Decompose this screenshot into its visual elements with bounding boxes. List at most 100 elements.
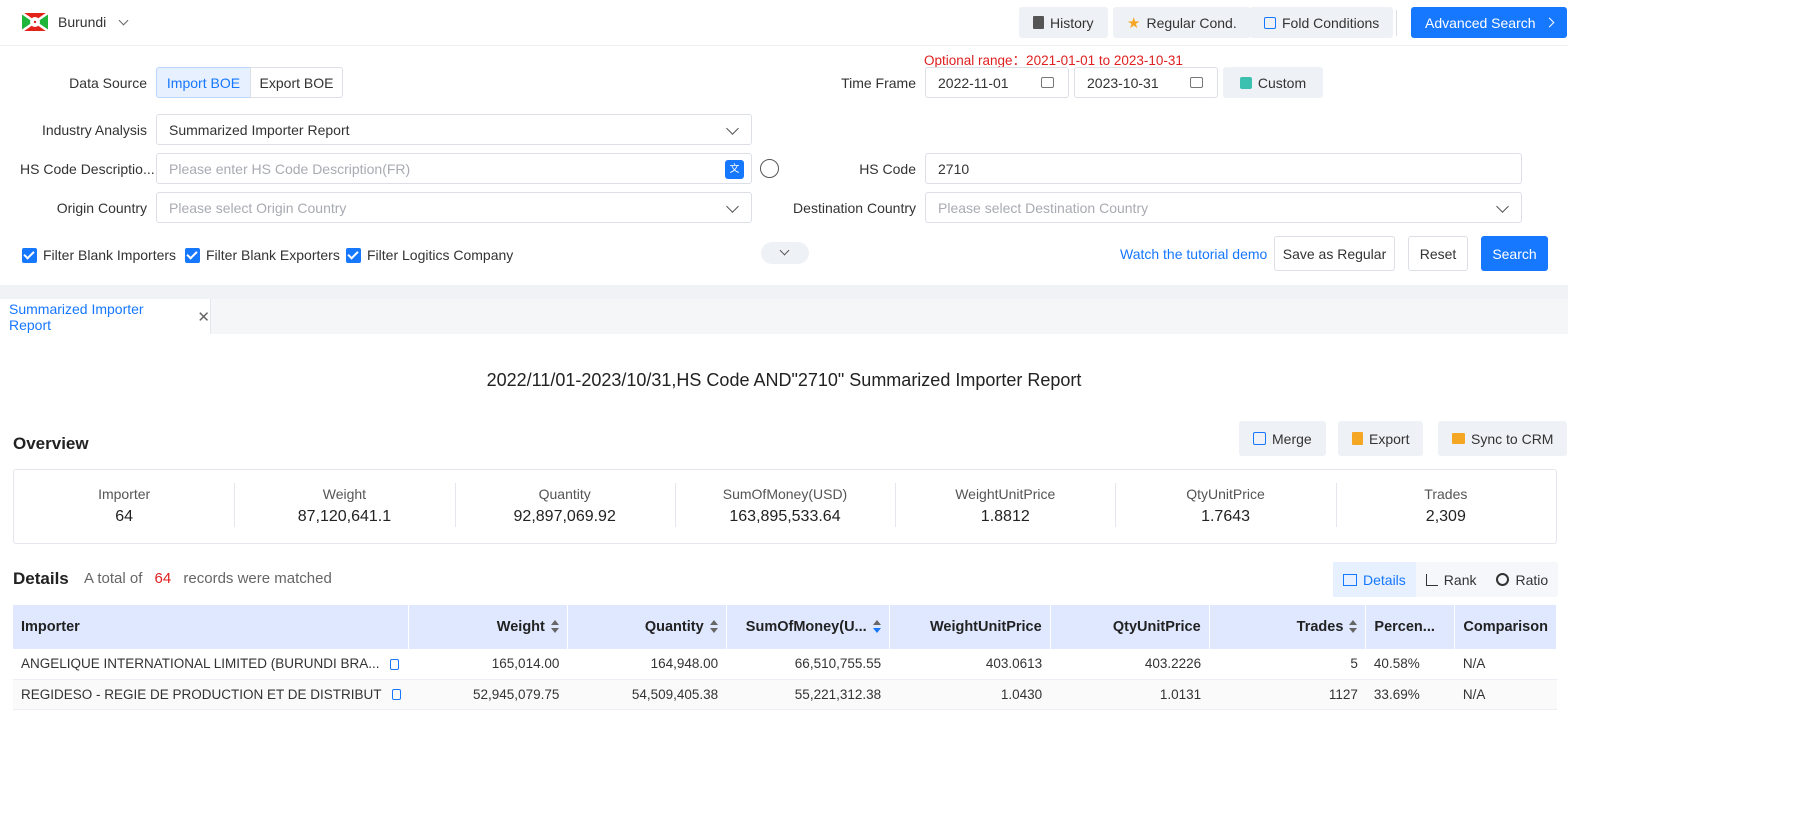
merge-button[interactable]: Merge xyxy=(1239,421,1326,456)
origin-country-select[interactable]: Please select Origin Country xyxy=(156,192,752,223)
filter-logistics-checkbox[interactable]: Filter Logitics Company xyxy=(346,247,513,263)
table-cell: 1.0430 xyxy=(889,679,1051,710)
col-weight-unit-price: WeightUnitPrice xyxy=(889,605,1051,649)
copy-icon[interactable] xyxy=(391,689,401,701)
filter-blank-importers-checkbox[interactable]: Filter Blank Importers xyxy=(22,247,176,263)
table-cell: 54,509,405.38 xyxy=(567,679,727,710)
regular-cond-button[interactable]: ★ Regular Cond. xyxy=(1113,7,1251,38)
view-rank-tab[interactable]: Rank xyxy=(1416,562,1487,597)
tutorial-link[interactable]: Watch the tutorial demo xyxy=(1120,246,1267,262)
fold-conditions-button[interactable]: Fold Conditions xyxy=(1250,7,1394,38)
view-details-tab[interactable]: Details xyxy=(1333,562,1416,597)
merge-icon xyxy=(1253,432,1266,445)
country-selector[interactable]: Burundi xyxy=(22,13,129,31)
sort-icon[interactable] xyxy=(1349,620,1358,634)
matched-count: 64 xyxy=(154,570,172,587)
col-comparison: Comparison xyxy=(1454,605,1557,649)
industry-analysis-value: Summarized Importer Report xyxy=(169,121,350,138)
view-ratio-tab[interactable]: Ratio xyxy=(1486,562,1558,597)
stat-item: Trades 2,309 xyxy=(1335,470,1556,543)
hs-code-input[interactable]: 2710 xyxy=(925,153,1522,184)
stat-item: Quantity 92,897,069.92 xyxy=(454,470,675,543)
date-from-input[interactable]: 2022-11-01 xyxy=(925,67,1069,98)
sync-crm-button[interactable]: Sync to CRM xyxy=(1438,421,1568,456)
chevron-down-icon xyxy=(726,200,739,213)
data-source-label: Data Source xyxy=(69,75,147,91)
col-quantity[interactable]: Quantity xyxy=(567,605,727,649)
custom-label: Custom xyxy=(1257,74,1307,91)
table-cell: 55,221,312.38 xyxy=(726,679,890,710)
history-button[interactable]: History xyxy=(1019,7,1108,38)
sort-icon[interactable] xyxy=(709,620,718,634)
save-regular-button[interactable]: Save as Regular xyxy=(1274,236,1395,271)
origin-country-placeholder: Please select Origin Country xyxy=(169,199,347,216)
optional-range-note: Optional range：2021-01-01 to 2023-10-31 xyxy=(924,53,1183,68)
table-cell[interactable]: REGIDESO - REGIE DE PRODUCTION ET DE DIS… xyxy=(13,679,409,710)
table-cell[interactable]: ANGELIQUE INTERNATIONAL LIMITED (BURUNDI… xyxy=(13,649,409,680)
table-cell: 403.0613 xyxy=(889,649,1051,680)
col-trades[interactable]: Trades xyxy=(1209,605,1367,649)
origin-country-label: Origin Country xyxy=(56,200,147,216)
report-title: 2022/11/01-2023/10/31,HS Code AND"2710" … xyxy=(486,370,1082,390)
hs-desc-label: HS Code Descriptio... xyxy=(20,161,155,177)
stat-value: 2,309 xyxy=(1425,508,1466,525)
stat-label: Trades xyxy=(1424,486,1468,502)
date-to-input[interactable]: 2023-10-31 xyxy=(1074,67,1218,98)
advanced-search-label: Advanced Search xyxy=(1425,14,1536,31)
reset-button[interactable]: Reset xyxy=(1408,236,1468,271)
overview-heading: Overview xyxy=(13,434,89,453)
matched-suffix: records were matched xyxy=(183,570,332,587)
export-button[interactable]: Export xyxy=(1338,421,1424,456)
stat-label: Quantity xyxy=(538,486,591,502)
sort-desc-icon[interactable] xyxy=(872,620,881,634)
table-row[interactable]: ANGELIQUE INTERNATIONAL LIMITED (BURUNDI… xyxy=(13,649,1557,680)
calendar-icon xyxy=(1190,77,1203,88)
advanced-search-button[interactable]: Advanced Search xyxy=(1411,7,1567,38)
col-sum-of-money[interactable]: SumOfMoney(U... xyxy=(726,605,890,649)
translate-icon[interactable]: 文 xyxy=(725,160,744,179)
stat-value: 1.8812 xyxy=(980,508,1030,525)
table-cell: 165,014.00 xyxy=(408,649,568,680)
stat-item: Importer 64 xyxy=(14,470,234,543)
top-bar: Burundi History ★ Regular Cond. Fold Con… xyxy=(0,0,1568,46)
tab-summarized-importer-report[interactable]: Summarized Importer Report ✕ xyxy=(0,299,211,334)
col-qty-unit-price: QtyUnitPrice xyxy=(1050,605,1210,649)
country-name: Burundi xyxy=(58,14,107,30)
filter-logistics-label: Filter Logitics Company xyxy=(367,247,514,263)
import-boe-toggle[interactable]: Import BOE xyxy=(156,67,251,98)
sort-icon[interactable] xyxy=(550,620,559,634)
chevron-down-icon xyxy=(118,15,129,25)
suggest-icon[interactable] xyxy=(760,159,779,178)
copy-icon[interactable] xyxy=(389,659,399,671)
details-heading: Details xyxy=(13,569,69,588)
export-boe-toggle[interactable]: Export BOE xyxy=(250,67,343,98)
close-icon[interactable]: ✕ xyxy=(197,308,210,326)
time-frame-label: Time Frame xyxy=(841,75,916,91)
table-cell: 164,948.00 xyxy=(567,649,727,680)
industry-analysis-select[interactable]: Summarized Importer Report xyxy=(156,114,752,145)
stat-value: 163,895,533.64 xyxy=(729,508,841,525)
view-rank-label: Rank xyxy=(1443,571,1477,588)
custom-icon xyxy=(1239,76,1252,89)
stat-value: 92,897,069.92 xyxy=(513,508,616,525)
view-switcher: Details Rank Ratio xyxy=(1333,562,1559,597)
expand-more-button[interactable] xyxy=(761,242,809,264)
matched-prefix: A total of xyxy=(84,570,143,587)
history-icon xyxy=(1033,16,1044,29)
rank-icon xyxy=(1425,573,1438,586)
stat-label: SumOfMoney(USD) xyxy=(722,486,848,502)
date-to-value: 2023-10-31 xyxy=(1087,74,1159,91)
custom-button[interactable]: Custom xyxy=(1223,67,1323,98)
chevron-right-icon xyxy=(1544,17,1554,28)
filter-blank-exporters-checkbox[interactable]: Filter Blank Exporters xyxy=(185,247,340,263)
details-table: Importer Weight Quantity SumOfMoney(U...… xyxy=(13,605,1557,710)
search-button[interactable]: Search xyxy=(1481,236,1548,271)
col-weight[interactable]: Weight xyxy=(408,605,568,649)
table-cell: N/A xyxy=(1454,679,1557,710)
table-cell: 403.2226 xyxy=(1050,649,1210,680)
destination-country-select[interactable]: Please select Destination Country xyxy=(925,192,1522,223)
table-row[interactable]: REGIDESO - REGIE DE PRODUCTION ET DE DIS… xyxy=(13,679,1557,710)
hs-desc-input[interactable]: Please enter HS Code Description(FR) 文 xyxy=(156,153,752,184)
stat-label: Importer xyxy=(98,486,151,502)
date-from-value: 2022-11-01 xyxy=(938,74,1009,91)
